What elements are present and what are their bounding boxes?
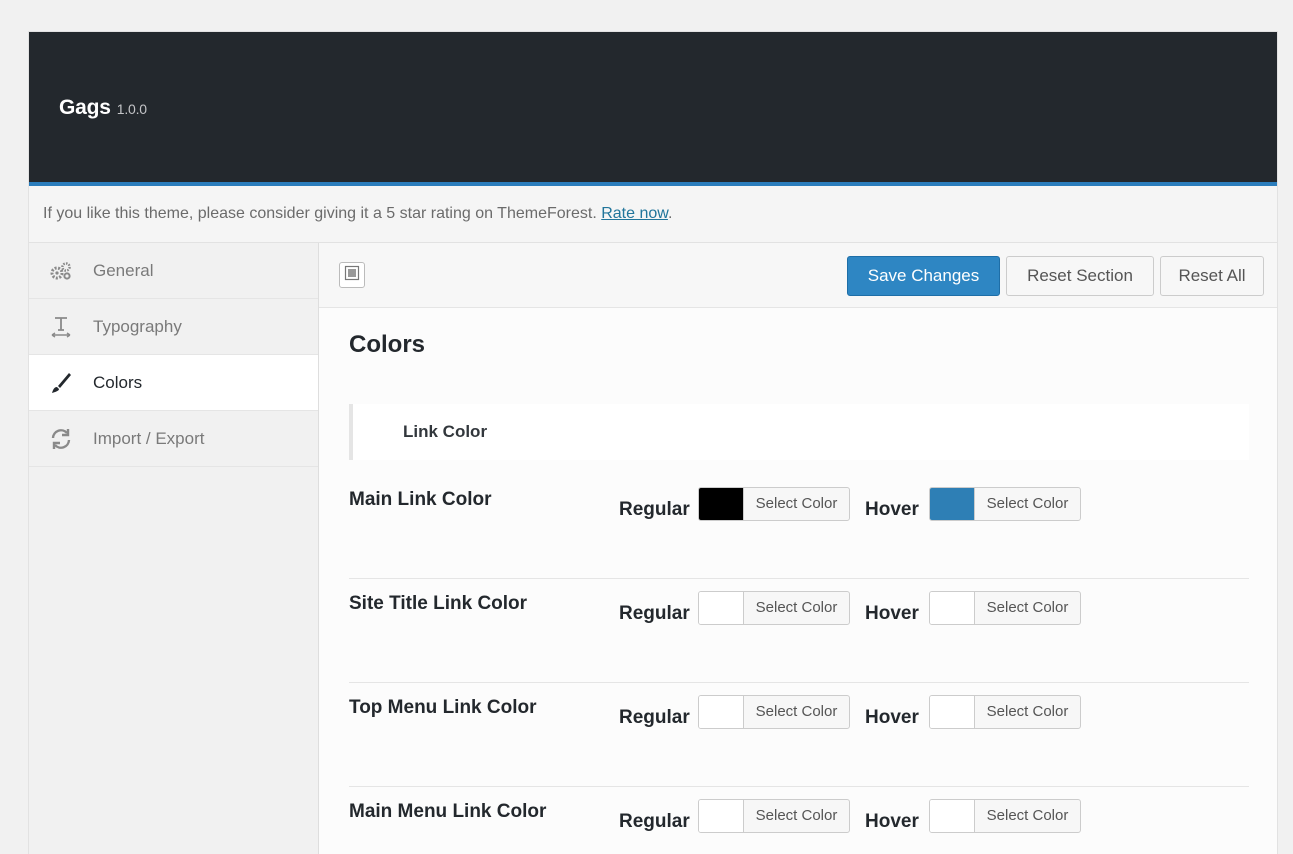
rating-notice: If you like this theme, please consider …: [29, 186, 1277, 243]
field-row: Top Menu Link Color Regular Select Color…: [349, 683, 1249, 787]
section-title: Colors: [349, 331, 426, 358]
sidebar: General Typography Colors Import / Expor…: [29, 243, 319, 854]
field-row: Site Title Link Color Regular Select Col…: [349, 579, 1249, 683]
reset-all-button[interactable]: Reset All: [1160, 256, 1264, 296]
hover-label: Hover: [865, 811, 919, 832]
regular-label: Regular: [619, 603, 690, 624]
color-swatch: [699, 800, 744, 832]
sidebar-item-colors[interactable]: Colors: [29, 355, 318, 411]
hover-label: Hover: [865, 603, 919, 624]
hover-color-picker[interactable]: Select Color: [929, 591, 1081, 625]
select-color-label: Select Color: [986, 599, 1069, 616]
notice-suffix: .: [667, 205, 673, 222]
regular-color-picker[interactable]: Select Color: [698, 695, 850, 729]
select-color-label: Select Color: [755, 807, 838, 824]
reset-section-button[interactable]: Reset Section: [1006, 256, 1154, 296]
gears-icon: [47, 259, 75, 283]
theme-version: 1.0.0: [116, 101, 147, 117]
regular-label: Regular: [619, 811, 690, 832]
toolbar: Save Changes Reset Section Reset All: [319, 243, 1277, 308]
select-color-label: Select Color: [986, 703, 1069, 720]
notice-text: If you like this theme, please consider …: [43, 205, 597, 222]
sidebar-item-label: General: [93, 260, 154, 280]
select-color-label: Select Color: [986, 495, 1069, 512]
subsection-header: Link Color: [349, 404, 1249, 460]
regular-label: Regular: [619, 499, 690, 520]
expand-options-button[interactable]: [339, 262, 365, 288]
typography-icon: [47, 315, 75, 339]
sidebar-item-typography[interactable]: Typography: [29, 299, 318, 355]
theme-name: Gags: [59, 96, 111, 119]
sidebar-item-general[interactable]: General: [29, 243, 318, 299]
sidebar-item-label: Colors: [93, 372, 143, 392]
select-color-label: Select Color: [755, 599, 838, 616]
sidebar-item-label: Import / Export: [93, 428, 205, 448]
color-swatch: [930, 592, 975, 624]
field-row: Main Menu Link Color Regular Select Colo…: [349, 787, 1249, 854]
hover-color-picker[interactable]: Select Color: [929, 695, 1081, 729]
hover-color-picker[interactable]: Select Color: [929, 487, 1081, 521]
options-panel: Gags 1.0.0 If you like this theme, please…: [28, 31, 1278, 854]
select-color-label: Select Color: [986, 807, 1069, 824]
select-color-label: Select Color: [755, 703, 838, 720]
main-content: Save Changes Reset Section Reset All Col…: [319, 243, 1277, 854]
theme-title: Gags 1.0.0: [59, 96, 147, 120]
regular-color-picker[interactable]: Select Color: [698, 591, 850, 625]
refresh-icon: [47, 427, 75, 451]
field-label: Main Link Color: [349, 489, 492, 510]
hover-label: Hover: [865, 499, 919, 520]
color-swatch: [699, 696, 744, 728]
color-swatch: [930, 800, 975, 832]
select-color-label: Select Color: [755, 495, 838, 512]
sidebar-item-label: Typography: [93, 316, 182, 336]
hover-color-picker[interactable]: Select Color: [929, 799, 1081, 833]
color-swatch: [699, 592, 744, 624]
rate-now-link[interactable]: Rate now: [601, 205, 668, 222]
color-swatch: [930, 488, 975, 520]
color-swatch: [930, 696, 975, 728]
field-label: Site Title Link Color: [349, 593, 528, 614]
field-row: Main Link Color Regular Select Color Hov…: [349, 475, 1249, 579]
hover-label: Hover: [865, 707, 919, 728]
sidebar-item-import-export[interactable]: Import / Export: [29, 411, 318, 467]
color-swatch: [699, 488, 744, 520]
brush-icon: [47, 371, 75, 395]
expand-icon: [344, 265, 360, 286]
regular-color-picker[interactable]: Select Color: [698, 487, 850, 521]
save-changes-button[interactable]: Save Changes: [847, 256, 1000, 296]
field-label: Main Menu Link Color: [349, 801, 547, 822]
panel-header: Gags 1.0.0: [29, 32, 1277, 186]
regular-label: Regular: [619, 707, 690, 728]
regular-color-picker[interactable]: Select Color: [698, 799, 850, 833]
field-label: Top Menu Link Color: [349, 697, 537, 718]
